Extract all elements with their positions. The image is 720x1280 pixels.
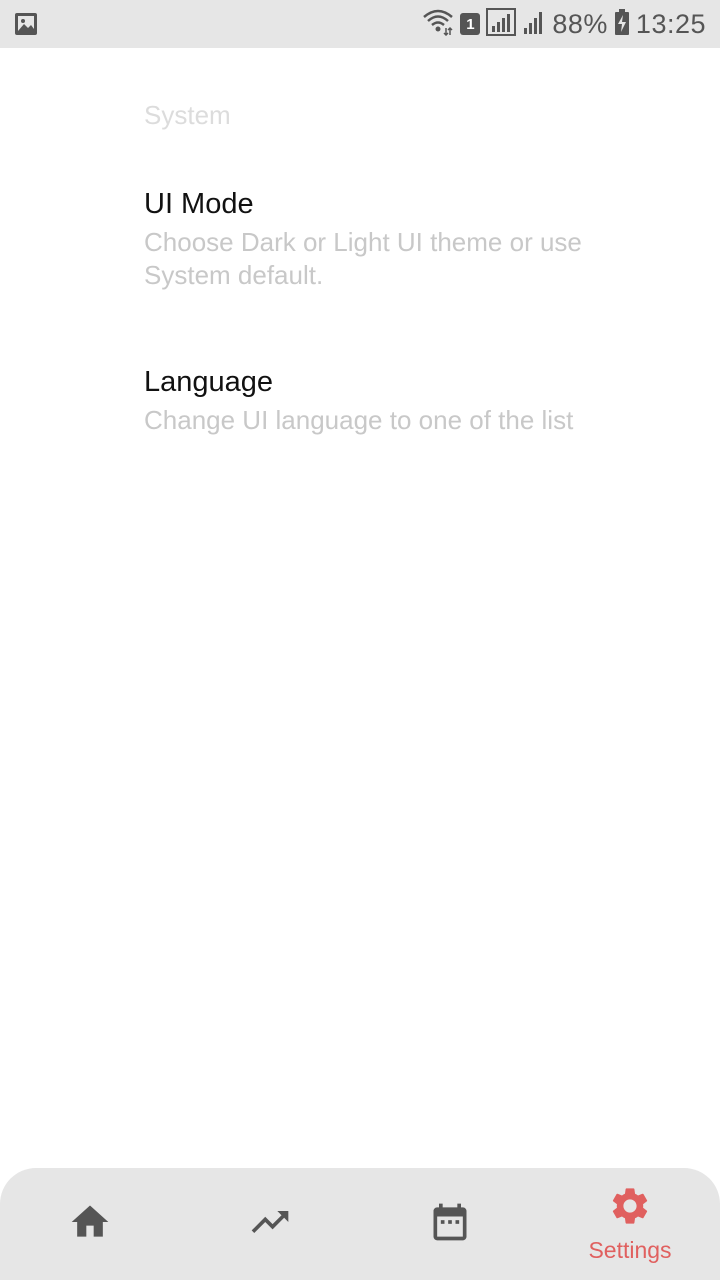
- ui-mode-title: UI Mode: [144, 188, 254, 220]
- language-title: Language: [144, 366, 274, 398]
- sim-badge: 1: [460, 13, 481, 35]
- status-bar: 1 88% 13:25: [0, 0, 720, 48]
- nav-settings-label: Settings: [588, 1237, 672, 1263]
- wifi-icon: [422, 8, 454, 41]
- settings-screen: 1 88% 13:25 System UI Mode Choose Dark o…: [0, 0, 720, 1280]
- nav-trends[interactable]: [180, 1168, 360, 1280]
- gear-icon: [608, 1184, 652, 1233]
- section-header-system: System: [144, 100, 231, 130]
- language-summary: Change UI language to one of the list: [144, 405, 574, 435]
- calendar-icon: [428, 1200, 472, 1249]
- nav-home[interactable]: [0, 1168, 180, 1280]
- signal-sim1-icon: [486, 7, 517, 41]
- battery-percent: 88%: [552, 8, 608, 39]
- status-indicators: 1 88% 13:25: [422, 0, 706, 48]
- ui-mode-summary: Choose Dark or Light UI theme or use Sys…: [144, 227, 582, 290]
- signal-sim2-icon: [522, 8, 546, 41]
- ui-mode-preference[interactable]: UI Mode Choose Dark or Light UI theme or…: [144, 186, 664, 292]
- language-preference[interactable]: Language Change UI language to one of th…: [144, 364, 664, 437]
- clock: 13:25: [635, 8, 706, 39]
- battery-charging-icon: [614, 8, 630, 41]
- nav-settings[interactable]: Settings: [540, 1168, 720, 1280]
- gallery-notification-icon: [14, 12, 38, 41]
- nav-calendar[interactable]: [360, 1168, 540, 1280]
- trending-up-icon: [248, 1200, 292, 1249]
- home-icon: [68, 1200, 112, 1249]
- bottom-navigation: Settings: [0, 1168, 720, 1280]
